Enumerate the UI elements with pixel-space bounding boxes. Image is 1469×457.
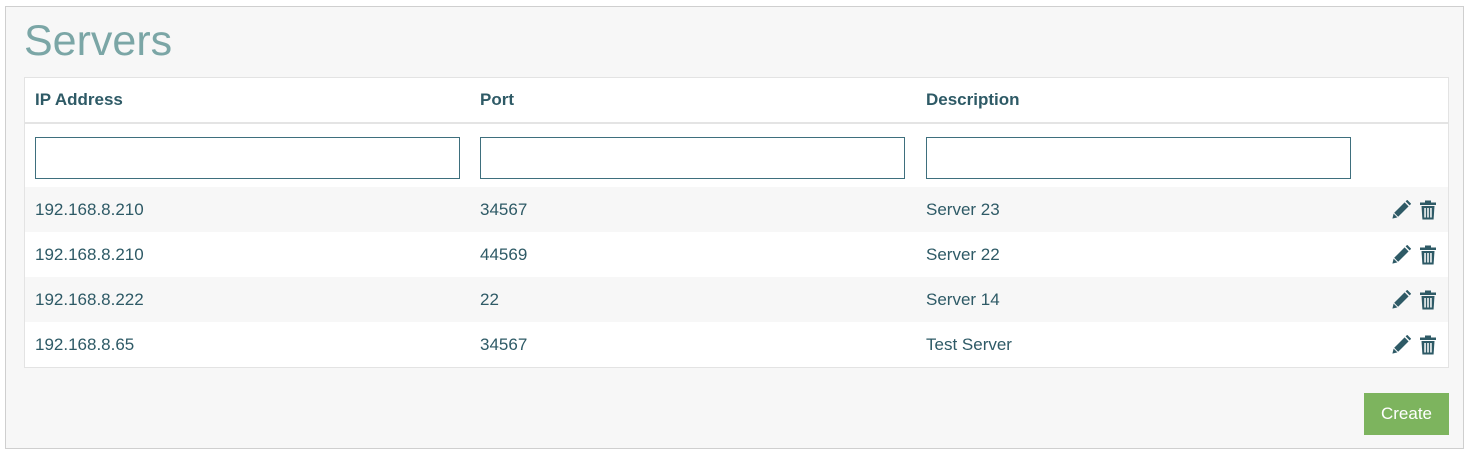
- cell-ip: 192.168.8.210: [25, 232, 470, 277]
- cell-actions: [1362, 187, 1448, 232]
- table-row: 192.168.8.210 34567 Server 23: [25, 187, 1448, 232]
- pencil-icon[interactable]: [1391, 289, 1412, 310]
- trash-icon[interactable]: [1418, 290, 1438, 310]
- cell-port: 34567: [470, 187, 916, 232]
- servers-table-container: IP Address Port Description 192.168.8.21…: [24, 77, 1449, 368]
- page-title: Servers: [24, 17, 173, 65]
- table-row: 192.168.8.210 44569 Server 22: [25, 232, 1448, 277]
- cell-port: 44569: [470, 232, 916, 277]
- column-header-actions: [1362, 78, 1448, 124]
- cell-actions: [1362, 232, 1448, 277]
- servers-panel: Servers IP Address Port Description 192.…: [5, 6, 1464, 449]
- table-body: 192.168.8.210 34567 Server 23 192.168.8.…: [25, 187, 1448, 367]
- pencil-icon[interactable]: [1391, 244, 1412, 265]
- trash-icon[interactable]: [1418, 200, 1438, 220]
- column-header-ip[interactable]: IP Address: [25, 78, 470, 124]
- trash-icon[interactable]: [1418, 335, 1438, 355]
- cell-ip: 192.168.8.210: [25, 187, 470, 232]
- cell-actions: [1362, 322, 1448, 367]
- description-filter-input[interactable]: [926, 136, 1351, 179]
- pencil-icon[interactable]: [1391, 334, 1412, 355]
- filter-cell-actions: [1362, 123, 1448, 187]
- cell-description: Server 14: [916, 277, 1362, 322]
- cell-ip: 192.168.8.222: [25, 277, 470, 322]
- cell-port: 22: [470, 277, 916, 322]
- port-filter-input[interactable]: [480, 136, 905, 179]
- create-button[interactable]: Create: [1364, 393, 1449, 435]
- filter-row: [25, 123, 1448, 187]
- cell-description: Server 22: [916, 232, 1362, 277]
- column-header-port[interactable]: Port: [470, 78, 916, 124]
- cell-port: 34567: [470, 322, 916, 367]
- table-row: 192.168.8.222 22 Server 14: [25, 277, 1448, 322]
- table-row: 192.168.8.65 34567 Test Server: [25, 322, 1448, 367]
- filter-cell-description: [916, 123, 1362, 187]
- cell-actions: [1362, 277, 1448, 322]
- trash-icon[interactable]: [1418, 245, 1438, 265]
- filter-cell-port: [470, 123, 916, 187]
- ip-filter-input[interactable]: [35, 136, 460, 179]
- cell-ip: 192.168.8.65: [25, 322, 470, 367]
- filter-cell-ip: [25, 123, 470, 187]
- pencil-icon[interactable]: [1391, 199, 1412, 220]
- column-header-description[interactable]: Description: [916, 78, 1362, 124]
- cell-description: Server 23: [916, 187, 1362, 232]
- table-header-row: IP Address Port Description: [25, 78, 1448, 124]
- servers-table: IP Address Port Description 192.168.8.21…: [25, 78, 1448, 367]
- cell-description: Test Server: [916, 322, 1362, 367]
